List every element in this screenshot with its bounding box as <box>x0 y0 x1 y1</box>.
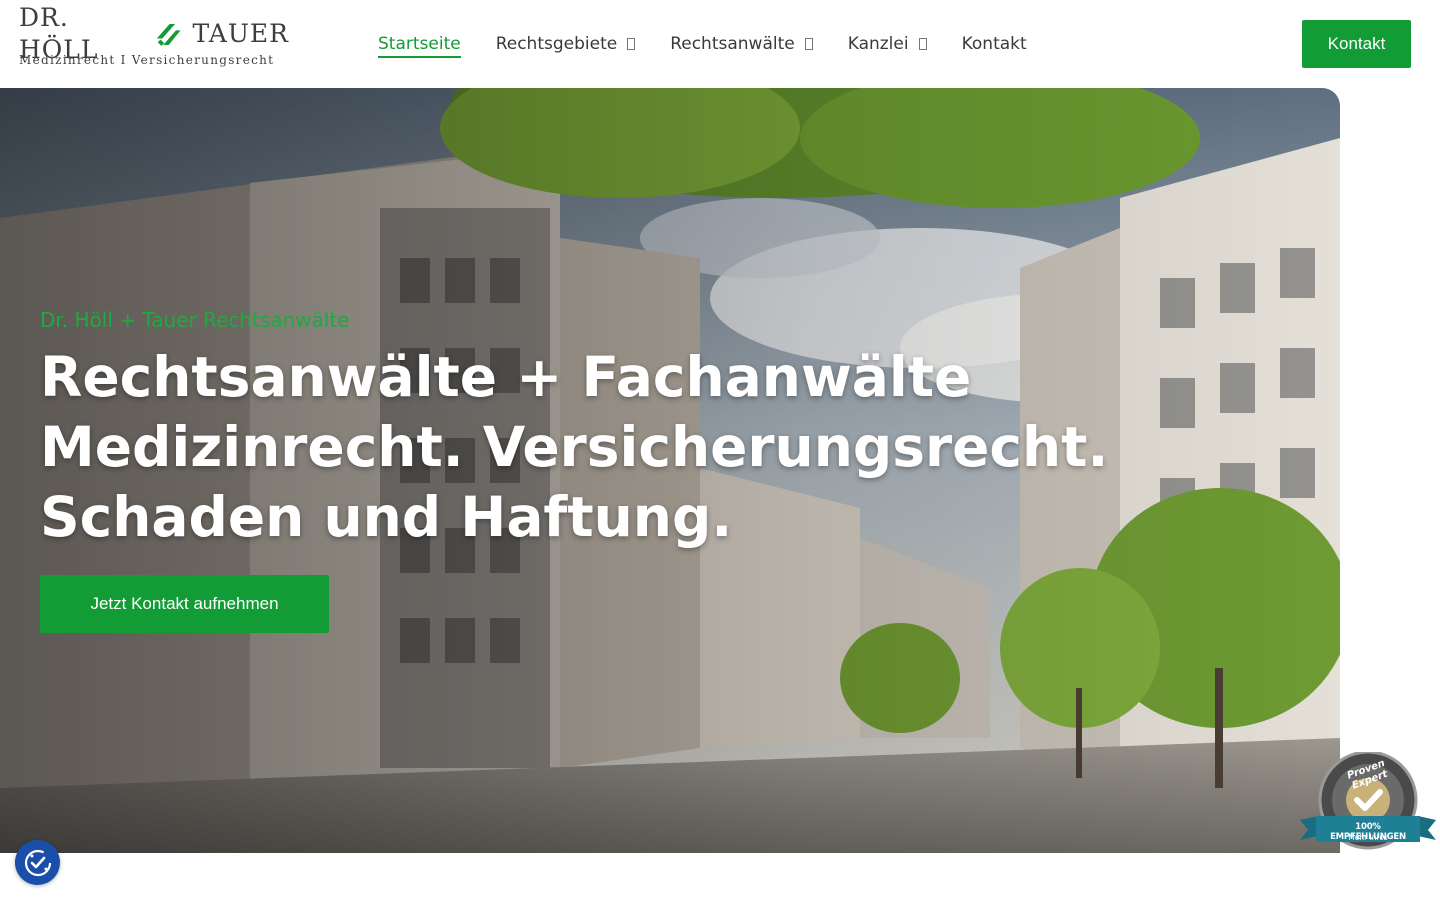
nav-item-label: Rechtsgebiete <box>495 34 618 54</box>
nav-item-kanzlei[interactable]: Kanzlei <box>848 0 927 88</box>
hero-title-line: Rechtsanwälte + Fachanwälte <box>40 345 972 409</box>
cookie-settings-button[interactable] <box>15 840 60 885</box>
nav-item-label: Rechtsanwälte <box>670 34 795 54</box>
hero-title-line: Schaden und Haftung. <box>40 485 733 549</box>
nav-item-rechtsgebiete[interactable]: Rechtsgebiete <box>496 0 636 88</box>
proven-expert-seal[interactable]: Proven Expert 100% EMPFEHLUNGEN Mehr Inf… <box>1300 750 1436 852</box>
logo-subtitle: Medizinrecht I Versicherungsrecht <box>19 53 275 67</box>
hero-section: Dr. Höll + Tauer Rechtsanwälte Rechtsanw… <box>0 88 1340 853</box>
site-logo[interactable]: DR. HÖLL TAUER Medizinrecht I Versicheru… <box>19 3 289 70</box>
double-slash-logo-icon <box>156 23 181 46</box>
seal-line-2: Mehr Infos <box>1348 833 1388 842</box>
nav-item-rechtsanwaelte[interactable]: Rechtsanwälte <box>670 0 813 88</box>
dropdown-caret-icon <box>804 38 813 50</box>
dropdown-caret-icon <box>918 38 927 50</box>
dropdown-caret-icon <box>627 38 636 50</box>
logo-name-right: TAUER <box>192 19 289 48</box>
nav-item-kontakt[interactable]: Kontakt <box>962 0 1027 88</box>
site-header: DR. HÖLL TAUER Medizinrecht I Versicheru… <box>0 0 1440 88</box>
nav-item-label: Kontakt <box>961 34 1027 54</box>
nav-item-label: Kanzlei <box>847 34 909 54</box>
hero-title-line: Medizinrecht. Versicherungsrecht. <box>40 415 1109 479</box>
nav-item-label: Startseite <box>378 34 461 58</box>
hero-eyebrow: Dr. Höll + Tauer Rechtsanwälte <box>40 308 350 332</box>
cookie-consent-check-icon <box>24 849 51 876</box>
main-navigation: Startseite Rechtsgebiete Rechtsanwälte K… <box>378 0 1062 88</box>
contact-now-button[interactable]: Jetzt Kontakt aufnehmen <box>40 575 329 633</box>
hero-title: Rechtsanwälte + Fachanwälte Medizinrecht… <box>40 342 1108 552</box>
nav-item-startseite[interactable]: Startseite <box>378 0 461 88</box>
header-contact-button[interactable]: Kontakt <box>1302 20 1411 68</box>
